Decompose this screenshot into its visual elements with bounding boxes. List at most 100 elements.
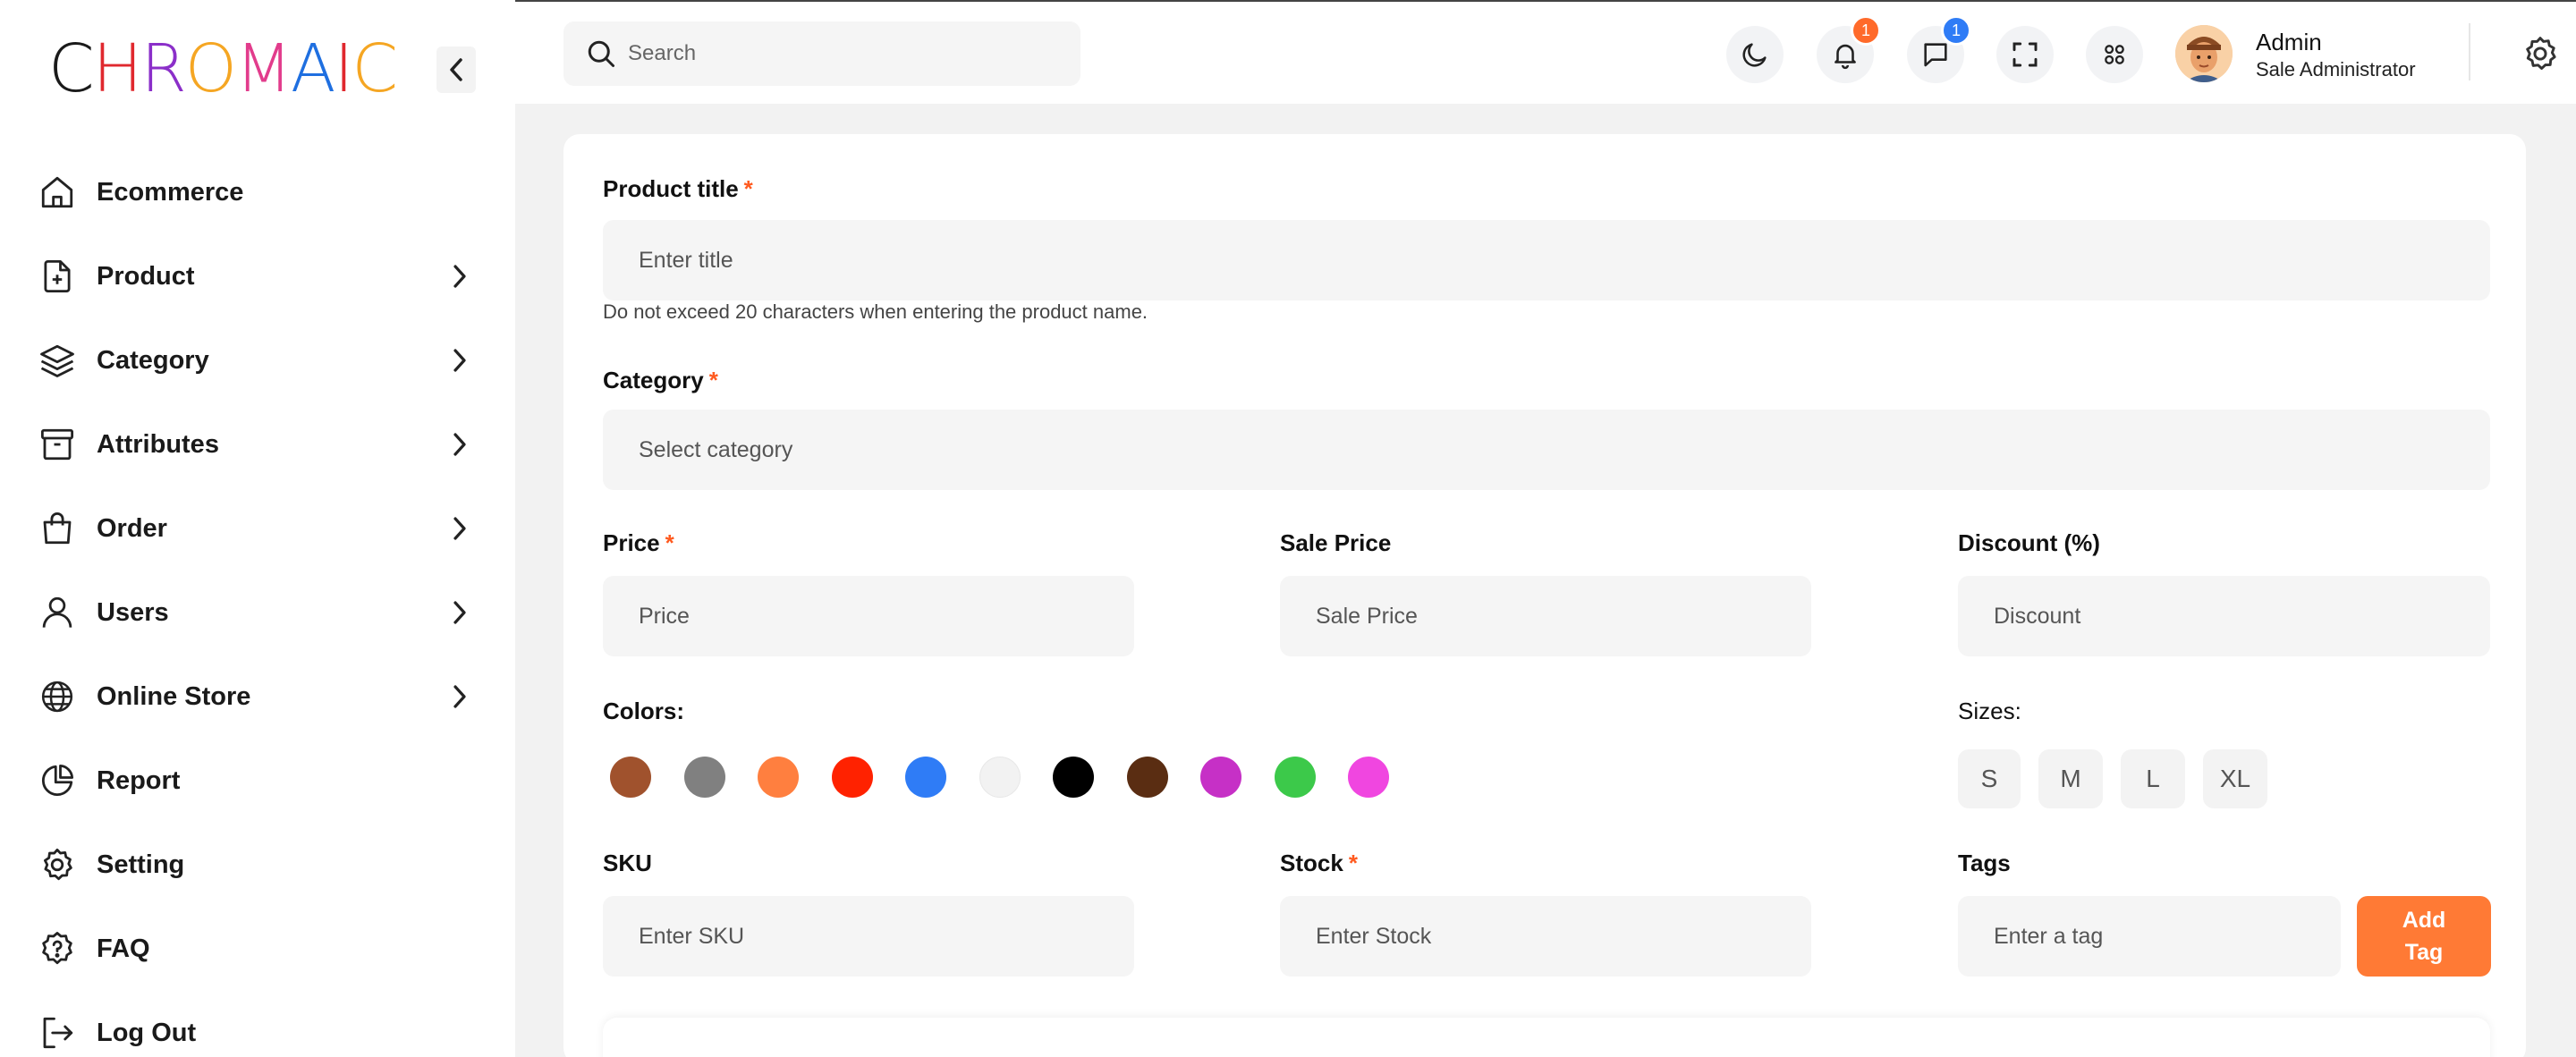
sidebar-item-users[interactable]: Users (0, 571, 515, 655)
apps-button[interactable] (2086, 26, 2143, 83)
moon-icon (1742, 43, 1767, 67)
size-option-s[interactable]: S (1958, 749, 2021, 808)
logout-icon (38, 1013, 77, 1053)
user-icon (38, 593, 77, 632)
apps-grid-icon (2105, 45, 2124, 64)
sidebar-item-label: FAQ (97, 934, 150, 963)
settings-button[interactable] (2515, 29, 2565, 79)
sizes-label: Sizes: (1958, 698, 2021, 724)
chevron-right-icon (445, 430, 474, 459)
sidebar: CHROMAIC Ecommerce Product Category Attr… (0, 0, 515, 1057)
color-swatch[interactable] (1348, 757, 1389, 798)
logo-letter: O (184, 30, 237, 107)
sidebar-item-label: Log Out (97, 1018, 197, 1047)
stock-field[interactable] (1280, 896, 1811, 977)
search-icon (588, 40, 614, 67)
avatar[interactable] (2175, 25, 2233, 82)
sidebar-item-product[interactable]: Product (0, 234, 515, 318)
colors-label: Colors: (603, 698, 684, 724)
color-swatch[interactable] (610, 757, 651, 798)
price-field[interactable] (603, 576, 1134, 656)
sale-price-field[interactable] (1280, 576, 1811, 656)
category-select[interactable]: Select category (603, 410, 2490, 490)
size-option-m[interactable]: M (2038, 749, 2103, 808)
discount-label: Discount (%) (1958, 529, 2100, 556)
file-plus-icon (38, 257, 77, 296)
color-swatch[interactable] (831, 757, 873, 798)
sidebar-item-ecommerce[interactable]: Ecommerce (0, 150, 515, 234)
notifications-button[interactable]: 1 (1817, 15, 1881, 83)
next-section-card (603, 1018, 2490, 1057)
sidebar-item-order[interactable]: Order (0, 486, 515, 571)
chevron-right-icon (445, 346, 474, 375)
tag-field[interactable] (1958, 896, 2341, 977)
sidebar-item-category[interactable]: Category (0, 318, 515, 402)
size-option-xl[interactable]: XL (2203, 749, 2267, 808)
sidebar-item-label: Ecommerce (97, 177, 244, 207)
add-tag-label-line2: Tag (2404, 940, 2444, 965)
price-input[interactable] (603, 576, 1134, 656)
pie-chart-icon (38, 761, 77, 800)
sidebar-collapse-button[interactable] (436, 47, 476, 93)
sidebar-nav: Ecommerce Product Category Attributes Or… (0, 150, 515, 1057)
color-swatch[interactable] (1053, 757, 1094, 798)
messages-button[interactable]: 1 (1907, 15, 1971, 83)
search-input[interactable] (628, 21, 1057, 86)
color-swatch[interactable] (758, 757, 799, 798)
sku-input[interactable] (603, 896, 1134, 977)
sidebar-item-attributes[interactable]: Attributes (0, 402, 515, 486)
logo-letter: M (235, 30, 292, 107)
sidebar-item-report[interactable]: Report (0, 739, 515, 823)
layers-icon (38, 341, 77, 380)
logo-letter: A (290, 30, 336, 107)
search-box[interactable] (564, 21, 1080, 86)
fullscreen-icon (2012, 42, 2038, 67)
product-title-field[interactable] (603, 220, 2490, 300)
size-option-l[interactable]: L (2121, 749, 2185, 808)
chevron-right-icon (445, 262, 474, 291)
brand-logo: CHROMAIC (48, 30, 398, 107)
discount-input[interactable] (1958, 576, 2490, 656)
sale-price-label: Sale Price (1280, 529, 1392, 556)
sidebar-item-label: Users (97, 597, 169, 627)
tags-label: Tags (1958, 850, 2011, 876)
chevron-right-icon (445, 682, 474, 711)
sidebar-item-label: Report (97, 765, 181, 795)
category-label: Category * (603, 367, 718, 393)
logo-letter: R (140, 30, 186, 107)
sku-field[interactable] (603, 896, 1134, 977)
sidebar-item-label: Online Store (97, 681, 251, 711)
dark-mode-toggle[interactable] (1726, 26, 1784, 83)
color-swatch[interactable] (1274, 757, 1316, 798)
user-role: Sale Administrator (2256, 58, 2416, 80)
top-header: 1 1 Admin Sale Administrator (515, 2, 2576, 104)
user-name: Admin (2256, 29, 2322, 55)
color-swatch[interactable] (979, 757, 1021, 798)
product-title-hint: Do not exceed 20 characters when enterin… (603, 300, 1148, 323)
category-selected-value: Select category (639, 436, 793, 462)
sale-price-input[interactable] (1280, 576, 1811, 656)
add-tag-label-line1: Add (2402, 908, 2446, 933)
color-swatch[interactable] (1126, 757, 1168, 798)
color-swatch[interactable] (683, 757, 725, 798)
bell-icon (1835, 44, 1856, 70)
sidebar-item-online-store[interactable]: Online Store (0, 655, 515, 739)
gear-icon (38, 845, 77, 884)
sidebar-item-faq[interactable]: FAQ (0, 907, 515, 991)
add-tag-button[interactable]: Add Tag (2357, 896, 2491, 977)
help-badge-icon (38, 929, 77, 968)
product-title-input[interactable] (603, 220, 2490, 300)
globe-icon (38, 677, 77, 716)
tag-input[interactable] (1958, 896, 2341, 977)
sidebar-item-setting[interactable]: Setting (0, 823, 515, 907)
color-swatch[interactable] (1200, 757, 1241, 798)
chat-icon (1924, 43, 1947, 67)
discount-field[interactable] (1958, 576, 2490, 656)
color-swatch[interactable] (905, 757, 946, 798)
sku-label: SKU (603, 850, 652, 876)
stock-input[interactable] (1280, 896, 1811, 977)
logo-letter: C (352, 30, 398, 107)
sidebar-item-label: Setting (97, 850, 185, 879)
fullscreen-button[interactable] (1996, 26, 2054, 83)
sidebar-item-logout[interactable]: Log Out (0, 991, 515, 1057)
